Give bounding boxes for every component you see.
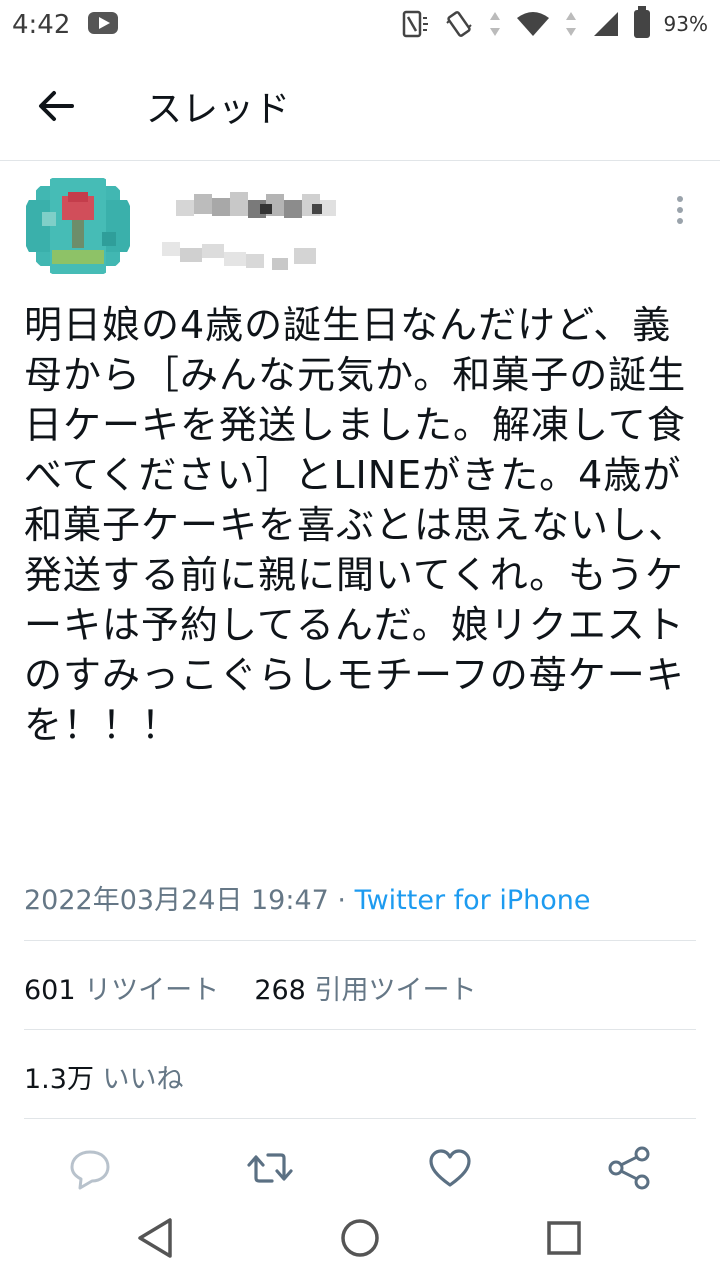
tweet-text: 明日娘の4歳の誕生日なんだけど、義母から［みんな元気か。和菓子の誕生日ケーキを発… (24, 303, 688, 747)
author-name-pixelated (162, 192, 336, 270)
battery-icon (633, 6, 650, 38)
like-label: いいね (102, 1064, 184, 1095)
back-arrow-icon[interactable] (34, 84, 78, 128)
retweet-label: リツイート (84, 975, 220, 1006)
nav-home-icon[interactable] (332, 1210, 388, 1266)
battery-percent: 93% (663, 12, 708, 36)
retweet-count: 601 (24, 975, 76, 1006)
tweet-meta: 2022年03月24日 19:47 · Twitter for iPhone (24, 878, 591, 917)
tweet-actions (0, 1140, 720, 1196)
avatar[interactable] (22, 172, 134, 280)
tweet-source-link[interactable]: Twitter for iPhone (355, 885, 591, 916)
wifi-icon (516, 12, 549, 36)
like-count: 1.3万 (24, 1064, 94, 1095)
nfc-icon (402, 10, 428, 38)
divider (24, 1029, 696, 1030)
app-bar: スレッド (0, 60, 720, 161)
status-bar: 4:42 93% (0, 0, 720, 50)
reply-icon[interactable] (62, 1140, 118, 1196)
quote-label: 引用ツイート (314, 975, 477, 1006)
nav-back-icon[interactable] (128, 1210, 184, 1266)
data-arrows-icon-2 (565, 12, 576, 36)
page-title: スレッド (146, 89, 291, 130)
divider (24, 1118, 696, 1119)
share-icon[interactable] (602, 1140, 658, 1196)
system-nav-bar (0, 1196, 720, 1280)
like-stats[interactable]: 1.3万 いいね (24, 1057, 184, 1096)
vibrate-icon (445, 11, 472, 37)
more-vertical-icon[interactable] (672, 196, 688, 230)
status-time: 4:42 (12, 10, 71, 40)
data-arrows-icon (489, 12, 500, 36)
like-icon[interactable] (422, 1140, 478, 1196)
quote-count: 268 (254, 975, 306, 1006)
nav-recents-icon[interactable] (536, 1210, 592, 1266)
divider (24, 940, 696, 941)
status-icons: 93% (400, 6, 708, 42)
retweet-stats[interactable]: 601 リツイート 268 引用ツイート (24, 968, 476, 1007)
signal-icon (593, 12, 618, 36)
retweet-icon[interactable] (242, 1140, 298, 1196)
tweet-timestamp[interactable]: 2022年03月24日 19:47 (24, 885, 329, 916)
meta-separator: · (328, 885, 355, 916)
youtube-notification-icon (88, 12, 118, 34)
